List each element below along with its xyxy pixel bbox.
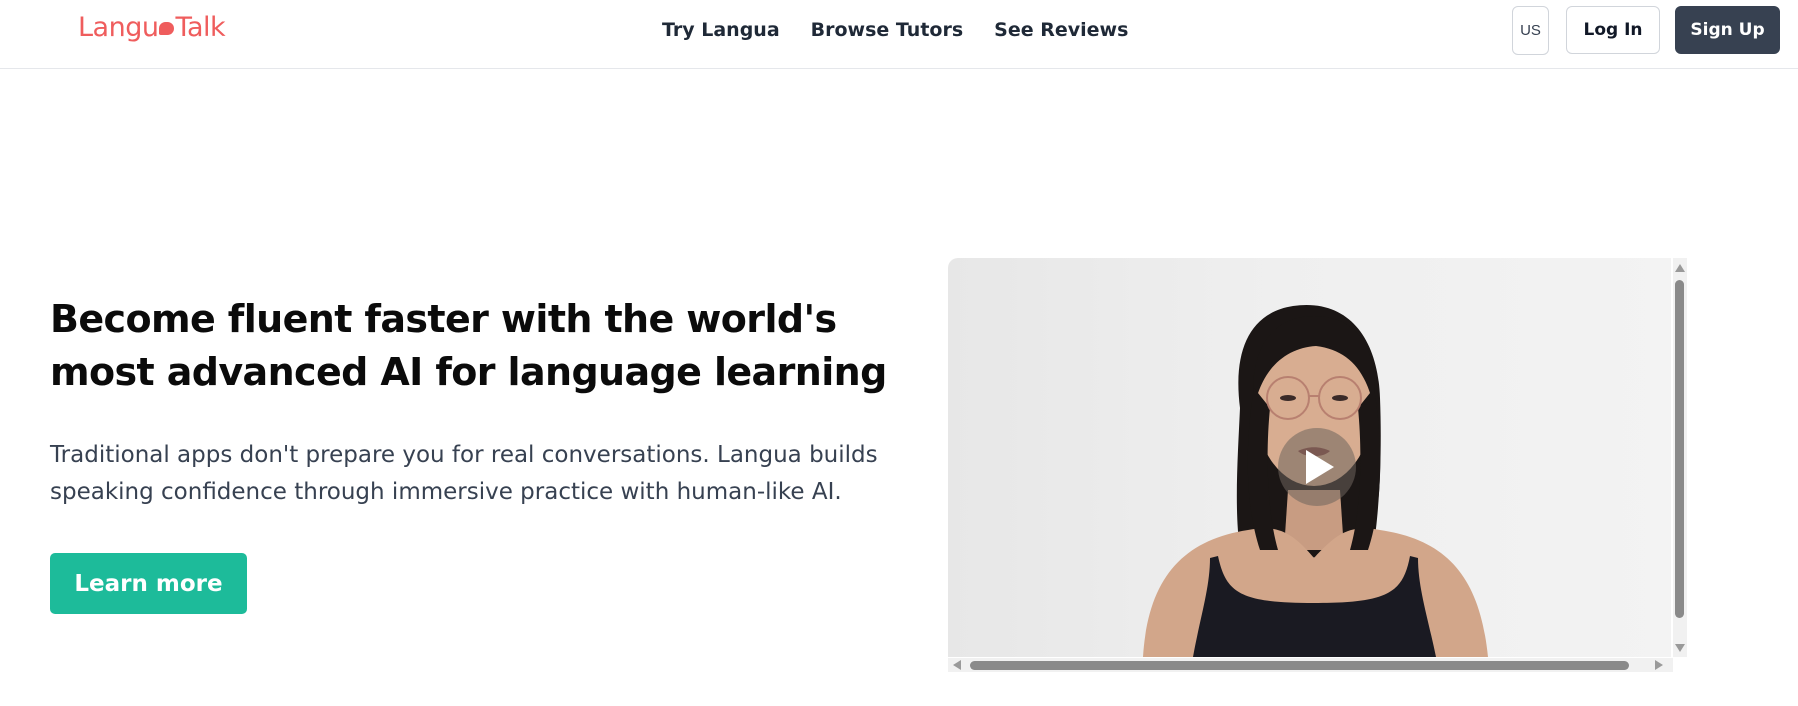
scroll-down-arrow-icon[interactable] <box>1675 644 1685 652</box>
horizontal-scrollbar[interactable] <box>948 658 1673 672</box>
scroll-right-arrow-icon[interactable] <box>1655 660 1663 670</box>
nav-link-see-reviews[interactable]: See Reviews <box>994 19 1128 41</box>
vertical-scroll-thumb[interactable] <box>1675 280 1684 618</box>
nav-link-try-langua[interactable]: Try Langua <box>662 19 780 41</box>
login-button[interactable]: Log In <box>1566 6 1660 54</box>
horizontal-scroll-thumb[interactable] <box>970 661 1629 670</box>
chat-bubble-icon <box>159 22 175 35</box>
hero-subtitle: Traditional apps don't prepare you for r… <box>50 442 878 505</box>
play-icon <box>1306 450 1334 484</box>
signup-button[interactable]: Sign Up <box>1675 6 1780 54</box>
play-button[interactable] <box>1278 428 1356 506</box>
main-nav: Try Langua Browse Tutors See Reviews <box>662 19 1128 41</box>
hero-title: Become fluent faster with the world's mo… <box>50 297 887 394</box>
logo-text-left: Langu <box>78 12 159 43</box>
video-player[interactable] <box>948 258 1671 657</box>
scroll-up-arrow-icon[interactable] <box>1675 264 1685 272</box>
scroll-left-arrow-icon[interactable] <box>953 660 961 670</box>
learn-more-button[interactable]: Learn more <box>50 553 247 614</box>
vertical-scrollbar[interactable] <box>1673 258 1687 657</box>
region-selector[interactable]: US <box>1512 6 1549 55</box>
logo-text-right: Talk <box>175 12 226 43</box>
logo[interactable]: Langu Talk <box>78 12 226 43</box>
nav-link-browse-tutors[interactable]: Browse Tutors <box>811 19 963 41</box>
site-header: Langu Talk Try Langua Browse Tutors See R… <box>0 0 1798 69</box>
